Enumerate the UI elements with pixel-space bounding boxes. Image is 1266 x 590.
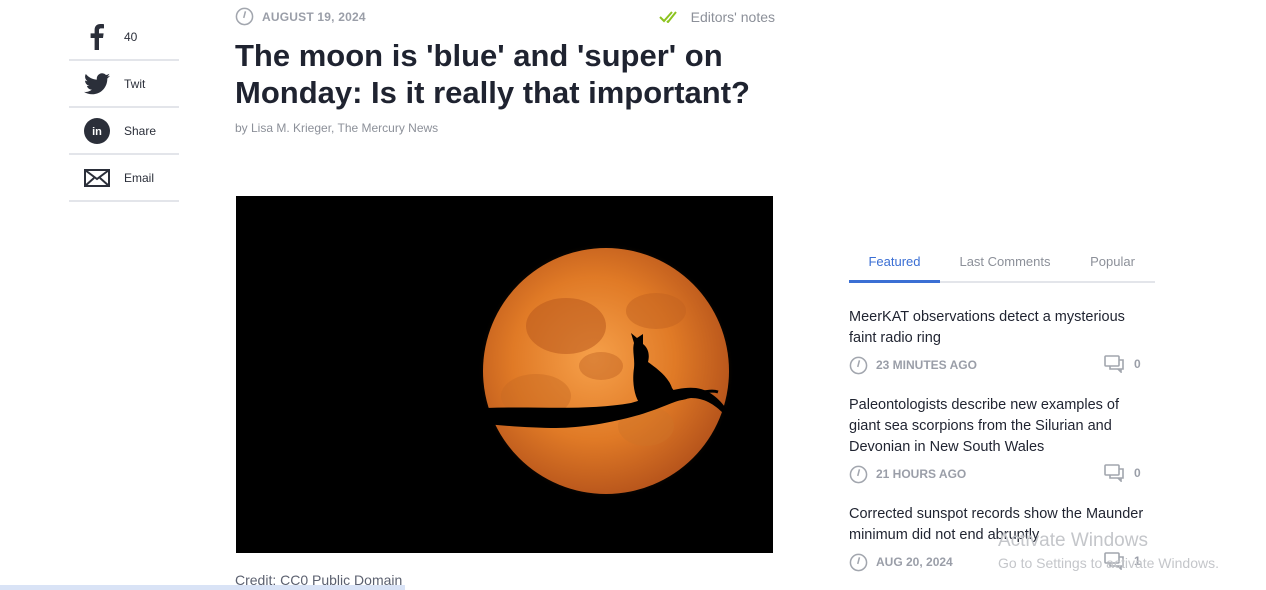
linkedin-share-button[interactable]: in Share	[69, 108, 179, 155]
comments-icon	[1104, 552, 1124, 570]
email-share-button[interactable]: Email	[69, 155, 179, 202]
news-item-meta: 23 MINUTES AGO 0	[849, 355, 1155, 375]
news-item-time: 21 HOURS AGO	[876, 467, 967, 481]
tab-popular[interactable]: Popular	[1070, 245, 1155, 281]
email-icon	[83, 164, 111, 192]
comments-icon	[1104, 355, 1124, 373]
svg-text:in: in	[92, 126, 102, 138]
article-headline: The moon is 'blue' and 'super' on Monday…	[235, 38, 750, 110]
linkedin-share-label: Share	[124, 123, 157, 138]
share-sidebar: 40 Twit in Share Email	[69, 14, 179, 202]
article-date-text: AUGUST 19, 2024	[262, 9, 366, 24]
twitter-share-button[interactable]: Twit	[69, 61, 179, 108]
moon-cat-illustration	[236, 196, 773, 553]
facebook-icon	[83, 23, 111, 51]
list-item: Paleontologists describe new examples of…	[849, 395, 1155, 484]
twitter-icon	[83, 70, 111, 98]
news-item-title[interactable]: Corrected sunspot records show the Maund…	[849, 504, 1149, 546]
facebook-share-button[interactable]: 40	[69, 14, 179, 61]
news-item-meta: 21 HOURS AGO 0	[849, 464, 1155, 484]
news-panel: Featured Last Comments Popular MeerKAT o…	[849, 245, 1155, 590]
list-item: Corrected sunspot records show the Maund…	[849, 504, 1155, 572]
reading-progress-bar	[0, 585, 1266, 590]
editors-notes-text: Editors' notes	[690, 9, 775, 25]
linkedin-icon: in	[83, 117, 111, 145]
news-item-meta: AUG 20, 2024 1	[849, 552, 1155, 572]
editors-notes-link[interactable]: Editors' notes	[658, 9, 775, 25]
article-image[interactable]	[236, 196, 773, 553]
news-item-comments[interactable]: 0	[1104, 464, 1141, 482]
comments-icon	[1104, 464, 1124, 482]
news-item-time: AUG 20, 2024	[876, 555, 953, 569]
news-list: MeerKAT observations detect a mysterious…	[849, 307, 1155, 572]
clock-icon	[849, 553, 868, 571]
news-item-time: 23 MINUTES AGO	[876, 358, 977, 372]
double-check-icon	[658, 11, 677, 23]
article-byline: by Lisa M. Krieger, The Mercury News	[235, 121, 439, 135]
facebook-share-count: 40	[124, 29, 138, 44]
email-share-label: Email	[124, 170, 155, 185]
tab-featured[interactable]: Featured	[849, 245, 940, 283]
news-item-comments[interactable]: 1	[1104, 552, 1141, 570]
clock-icon	[849, 465, 868, 483]
twitter-share-label: Twit	[124, 76, 146, 91]
clock-icon	[849, 356, 868, 374]
news-item-comment-count: 0	[1134, 357, 1141, 371]
news-item-title[interactable]: MeerKAT observations detect a mysterious…	[849, 307, 1149, 349]
article: AUGUST 19, 2024 Editors' notes The moon …	[235, 0, 775, 135]
news-item-comment-count: 1	[1134, 554, 1141, 568]
reading-progress-fill	[0, 585, 406, 590]
clock-icon	[235, 7, 254, 26]
article-date: AUGUST 19, 2024	[235, 7, 366, 26]
news-tabs: Featured Last Comments Popular	[849, 245, 1155, 283]
list-item: MeerKAT observations detect a mysterious…	[849, 307, 1155, 375]
news-item-comment-count: 0	[1134, 466, 1141, 480]
tab-last-comments[interactable]: Last Comments	[940, 245, 1070, 281]
news-item-title[interactable]: Paleontologists describe new examples of…	[849, 395, 1149, 458]
news-item-comments[interactable]: 0	[1104, 355, 1141, 373]
article-meta: AUGUST 19, 2024 Editors' notes	[235, 0, 775, 34]
